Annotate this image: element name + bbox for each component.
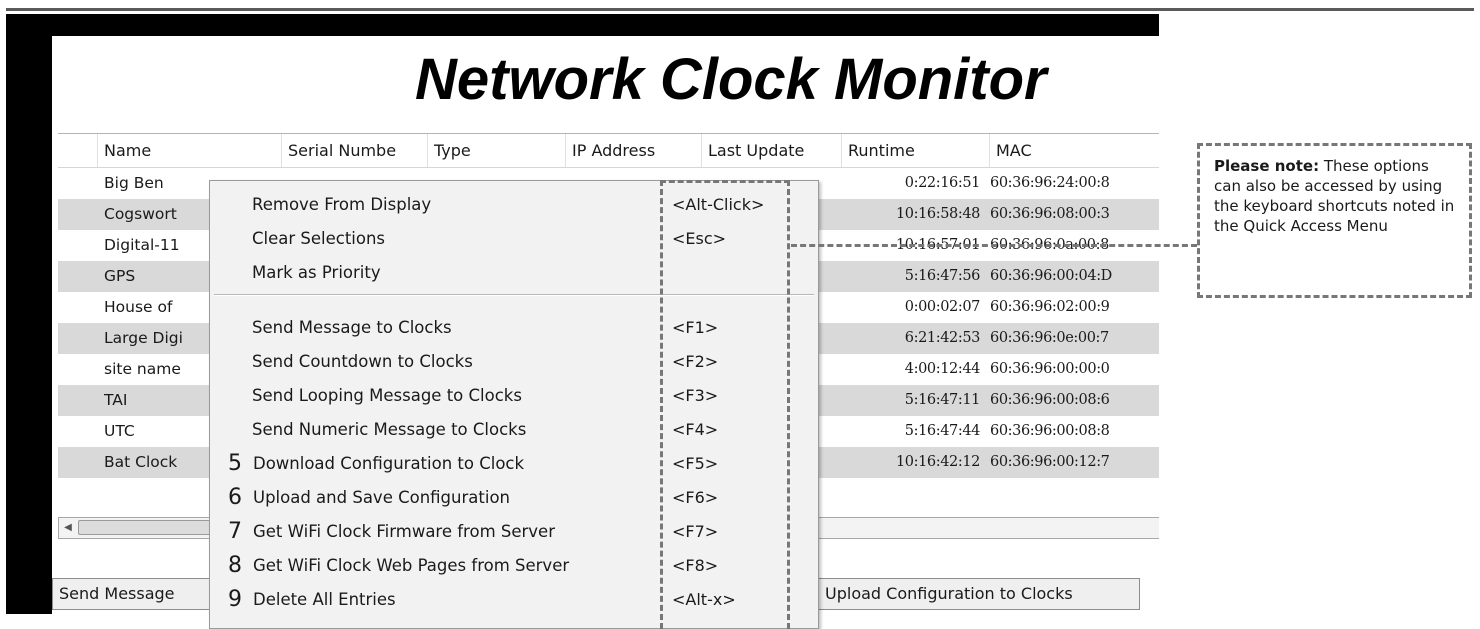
column-header-name[interactable]: Name <box>98 134 282 167</box>
cell-runtime: 5:16:47:11 <box>904 392 980 408</box>
cell-mac: 60:36:96:00:00:0 <box>990 361 1110 377</box>
cell-mac: 60:36:96:24:00:8 <box>990 175 1110 191</box>
menu-item-label: Remove From Display <box>252 195 432 214</box>
cell-mac: 60:36:96:00:12:7 <box>990 454 1110 470</box>
column-header-type[interactable]: Type <box>428 134 566 167</box>
menu-item-label: Send Countdown to Clocks <box>252 352 473 371</box>
cell-mac: 60:36:96:0e:00:7 <box>990 330 1109 346</box>
note-callout: Please note: These options can also be a… <box>1197 143 1472 298</box>
cell-runtime: 0:22:16:51 <box>904 175 980 191</box>
menu-item-label: Mark as Priority <box>252 263 381 282</box>
menu-item-label: Send Numeric Message to Clocks <box>252 420 527 439</box>
cell-runtime: 0:00:02:07 <box>904 299 980 315</box>
menu-item-number: 8 <box>228 553 242 578</box>
cell-runtime: 5:16:47:44 <box>904 423 980 439</box>
menu-item-number: 7 <box>228 519 242 544</box>
column-header-last-update[interactable]: Last Update <box>702 134 842 167</box>
cell-runtime: 4:00:12:44 <box>904 361 980 377</box>
cell-mac: 60:36:96:00:04:D <box>990 268 1112 284</box>
note-bold-lead: Please note: <box>1214 157 1320 175</box>
row-header-spacer <box>58 134 98 167</box>
column-header-runtime[interactable]: Runtime <box>842 134 990 167</box>
cell-runtime: 10:16:58:48 <box>895 206 980 222</box>
cell-runtime: 6:21:42:53 <box>904 330 980 346</box>
column-header-mac[interactable]: MAC <box>990 134 1159 167</box>
column-header-serial[interactable]: Serial Numbe <box>282 134 428 167</box>
menu-item-number: 5 <box>228 451 242 476</box>
menu-item-label: Send Looping Message to Clocks <box>252 386 522 405</box>
menu-item-number: 6 <box>228 485 242 510</box>
note-text: Please note: These options can also be a… <box>1214 156 1455 236</box>
cell-runtime: 10:16:42:12 <box>895 454 980 470</box>
cell-mac: 60:36:96:02:00:9 <box>990 299 1110 315</box>
send-message-button[interactable]: Send Message <box>52 578 222 610</box>
menu-item-label: Download Configuration to Clock <box>253 454 525 473</box>
app-title: Network Clock Monitor <box>415 47 1047 112</box>
scroll-left-arrow-icon[interactable]: ◀ <box>59 518 77 538</box>
top-rule <box>6 8 1474 11</box>
cell-mac: 60:36:96:08:00:3 <box>990 206 1110 222</box>
menu-item-label: Get WiFi Clock Web Pages from Server <box>253 556 570 575</box>
cell-runtime: 5:16:47:56 <box>904 268 980 284</box>
menu-item-label: Clear Selections <box>252 229 386 248</box>
cell-mac: 60:36:96:00:08:6 <box>990 392 1110 408</box>
menu-item-label: Send Message to Clocks <box>252 318 452 337</box>
callout-connector-line <box>791 244 1197 247</box>
menu-item-label: Get WiFi Clock Firmware from Server <box>253 522 555 541</box>
menu-item-number: 9 <box>228 587 242 612</box>
upload-configuration-button[interactable]: Upload Configuration to Clocks <box>818 578 1140 610</box>
menu-item-label: Delete All Entries <box>253 590 396 609</box>
grid-header: Name Serial Numbe Type IP Address Last U… <box>58 134 1159 168</box>
shortcut-callout-outline <box>660 180 790 629</box>
column-header-ip[interactable]: IP Address <box>566 134 702 167</box>
cell-mac: 60:36:96:00:08:8 <box>990 423 1110 439</box>
menu-item-label: Upload and Save Configuration <box>253 488 510 507</box>
